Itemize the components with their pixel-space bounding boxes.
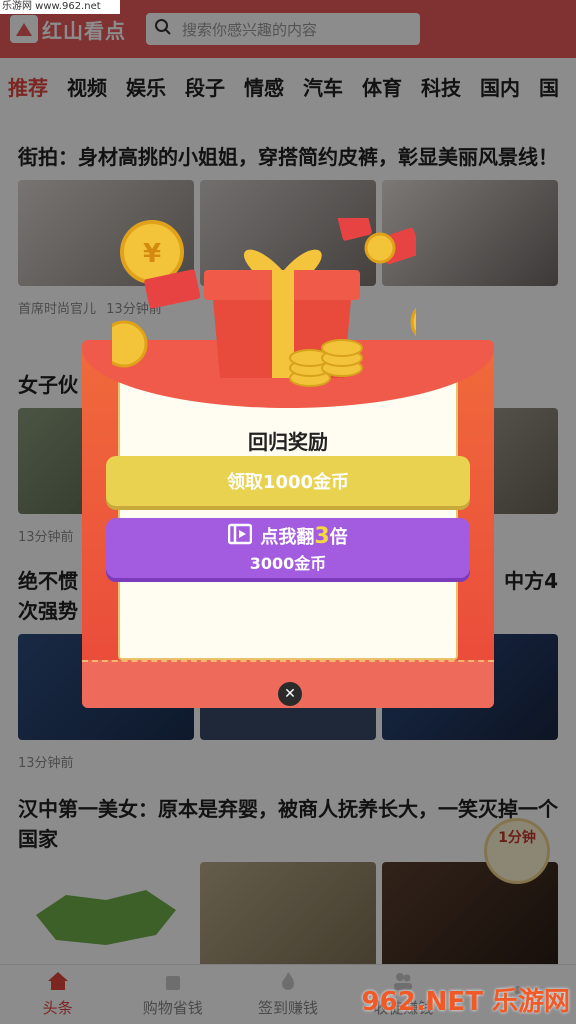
- triple-amount: 3000金币: [249, 553, 327, 573]
- claim-coins-button[interactable]: 领取1000金币: [106, 456, 470, 506]
- triple-reward-button[interactable]: 点我翻 3 倍 3000金币: [106, 518, 470, 578]
- modal-title: 回归奖励: [248, 430, 328, 454]
- close-icon: ✕: [284, 686, 296, 702]
- triple-suffix: 倍: [329, 527, 348, 548]
- triple-prefix: 点我翻: [260, 527, 315, 548]
- close-modal-button[interactable]: ✕: [278, 682, 302, 706]
- svg-text:¥: ¥: [143, 239, 161, 269]
- triple-number: 3: [314, 523, 330, 549]
- video-play-icon: [228, 523, 253, 550]
- gift-box-illustration: ¥: [100, 209, 454, 398]
- watermark-top: 乐游网 www.962.net: [0, 0, 120, 14]
- envelope-card: [118, 370, 458, 660]
- coin-icon: ¥: [120, 220, 184, 284]
- corner-watermark: 962.NET 乐游网: [361, 987, 570, 1017]
